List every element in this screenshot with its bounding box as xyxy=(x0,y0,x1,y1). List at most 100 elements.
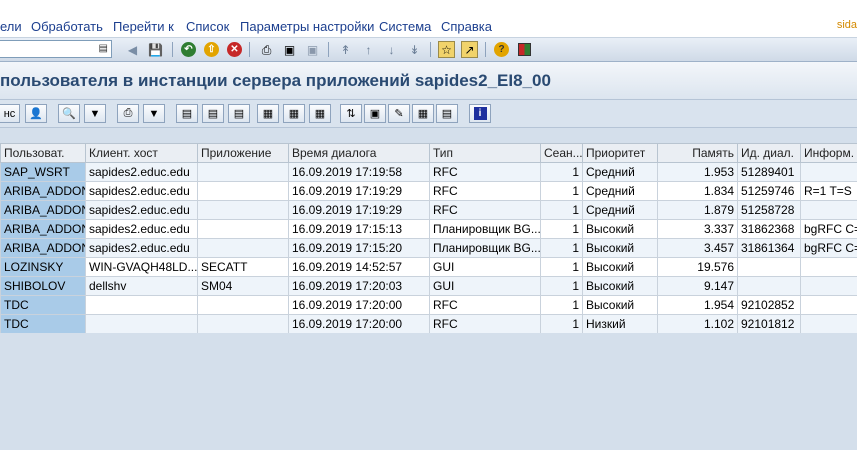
cell-memory[interactable]: 19.576 xyxy=(657,257,738,277)
cell-info[interactable] xyxy=(800,162,857,182)
save-icon[interactable]: 💾 xyxy=(147,41,164,58)
find-button[interactable]: ▣ xyxy=(364,104,386,123)
menu-item-help[interactable]: Справка xyxy=(441,19,492,34)
cell-client-host[interactable]: dellshv xyxy=(85,276,198,296)
cell-user[interactable]: SAP_WSRT xyxy=(0,162,86,182)
cell-application[interactable] xyxy=(197,295,289,315)
cell-priority[interactable]: Высокий xyxy=(582,276,658,296)
cell-priority[interactable]: Высокий xyxy=(582,295,658,315)
cell-client-host[interactable]: sapides2.educ.edu xyxy=(85,200,198,220)
exit-button-icon[interactable]: ⇧ xyxy=(203,41,220,58)
column-header-type[interactable]: Тип xyxy=(429,143,541,163)
table-row[interactable]: ARIBA_ADDON sapides2.educ.edu 16.09.2019 1… xyxy=(0,181,857,201)
column-header-dialog-time[interactable]: Время диалога xyxy=(288,143,430,163)
cell-dialog-id[interactable]: 51289401 xyxy=(737,162,801,182)
cell-info[interactable] xyxy=(800,257,857,277)
cell-client-host[interactable] xyxy=(85,295,198,315)
info-button[interactable]: i xyxy=(469,104,491,123)
calculator-button[interactable]: ▦ xyxy=(412,104,434,123)
cell-priority[interactable]: Средний xyxy=(582,162,658,182)
command-field[interactable]: ▤ xyxy=(0,40,112,58)
cell-priority[interactable]: Средний xyxy=(582,181,658,201)
change-layout-button[interactable]: ▦ xyxy=(283,104,305,123)
cell-application[interactable] xyxy=(197,219,289,239)
cell-user[interactable]: ARIBA_ADDON xyxy=(0,181,86,201)
filter-button[interactable]: ▼ xyxy=(84,104,106,123)
previous-page-icon[interactable]: ↑ xyxy=(360,41,377,58)
column-header-priority[interactable]: Приоритет xyxy=(582,143,658,163)
graphics-button[interactable]: ▤ xyxy=(436,104,458,123)
export-button[interactable]: ▤ xyxy=(176,104,198,123)
find-next-icon[interactable]: ▣ xyxy=(304,41,321,58)
table-row[interactable]: TDC 16.09.2019 17:20:00 RFC 1 Высокий 1.954 92… xyxy=(0,295,857,315)
cell-info[interactable] xyxy=(800,314,857,334)
menu-item-edit[interactable]: Обработать xyxy=(31,19,103,34)
cell-client-host[interactable]: sapides2.educ.edu xyxy=(85,219,198,239)
menu-item-system[interactable]: Система xyxy=(379,19,431,34)
cell-client-host[interactable] xyxy=(85,314,198,334)
cell-dialog-id[interactable]: 51258728 xyxy=(737,200,801,220)
cancel-button-icon[interactable]: ✕ xyxy=(226,41,243,58)
cell-type[interactable]: GUI xyxy=(429,276,541,296)
cell-application[interactable] xyxy=(197,181,289,201)
cell-client-host[interactable]: sapides2.educ.edu xyxy=(85,238,198,258)
cell-info[interactable]: R=1 T=S xyxy=(800,181,857,201)
detail-button[interactable]: 🔍 xyxy=(58,104,80,123)
new-session-icon[interactable]: ☆ xyxy=(438,41,455,58)
cell-memory[interactable]: 9.147 xyxy=(657,276,738,296)
cell-type[interactable]: RFC xyxy=(429,200,541,220)
cell-dialog-id[interactable] xyxy=(737,276,801,296)
back-arrow-icon[interactable]: ◀ xyxy=(124,41,141,58)
cell-dialog-time[interactable]: 16.09.2019 17:15:20 xyxy=(288,238,430,258)
next-page-icon[interactable]: ↓ xyxy=(383,41,400,58)
cell-user[interactable]: ARIBA_ADDON xyxy=(0,219,86,239)
print-list-button[interactable]: ⎙ xyxy=(117,104,139,123)
column-header-memory[interactable]: Память xyxy=(657,143,738,163)
cell-type[interactable]: RFC xyxy=(429,295,541,315)
cell-sessions[interactable]: 1 xyxy=(540,238,583,258)
cell-memory[interactable]: 3.457 xyxy=(657,238,738,258)
edit-button[interactable]: ✎ xyxy=(388,104,410,123)
first-page-icon[interactable]: ↟ xyxy=(337,41,354,58)
cell-user[interactable]: ARIBA_ADDON xyxy=(0,200,86,220)
cell-memory[interactable]: 1.953 xyxy=(657,162,738,182)
cell-info[interactable] xyxy=(800,200,857,220)
find-icon[interactable]: ▣ xyxy=(281,41,298,58)
select-layout-button[interactable]: ▦ xyxy=(309,104,331,123)
help-icon[interactable]: ? xyxy=(493,41,510,58)
back-button-icon[interactable]: ↶ xyxy=(180,41,197,58)
cell-client-host[interactable]: sapides2.educ.edu xyxy=(85,162,198,182)
cell-dialog-id[interactable]: 31862368 xyxy=(737,219,801,239)
command-history-icon[interactable]: ▤ xyxy=(99,43,108,54)
print-icon[interactable]: ⎙ xyxy=(258,41,275,58)
cell-dialog-id[interactable]: 92101812 xyxy=(737,314,801,334)
cell-application[interactable] xyxy=(197,238,289,258)
cell-info[interactable] xyxy=(800,295,857,315)
cell-memory[interactable]: 1.834 xyxy=(657,181,738,201)
cell-type[interactable]: Планировщик BG... xyxy=(429,238,541,258)
cell-dialog-id[interactable]: 51259746 xyxy=(737,181,801,201)
column-header-application[interactable]: Приложение xyxy=(197,143,289,163)
layout-menu-icon[interactable] xyxy=(516,41,533,58)
cell-dialog-time[interactable]: 16.09.2019 17:15:13 xyxy=(288,219,430,239)
table-row[interactable]: SAP_WSRT sapides2.educ.edu 16.09.2019 17:1… xyxy=(0,162,857,182)
spreadsheet-button[interactable]: ▦ xyxy=(257,104,279,123)
local-file-button[interactable]: ▤ xyxy=(202,104,224,123)
cell-dialog-time[interactable]: 16.09.2019 17:20:03 xyxy=(288,276,430,296)
menu-item-session[interactable]: ели xyxy=(0,19,22,34)
cell-type[interactable]: RFC xyxy=(429,314,541,334)
cell-memory[interactable]: 1.954 xyxy=(657,295,738,315)
cell-info[interactable]: bgRFC C= xyxy=(800,238,857,258)
table-row[interactable]: TDC 16.09.2019 17:20:00 RFC 1 Низкий 1.102 921… xyxy=(0,314,857,334)
menu-item-list[interactable]: Список xyxy=(186,19,229,34)
table-row[interactable]: ARIBA_ADDON sapides2.educ.edu 16.09.2019 1… xyxy=(0,200,857,220)
cell-dialog-time[interactable]: 16.09.2019 14:52:57 xyxy=(288,257,430,277)
cell-sessions[interactable]: 1 xyxy=(540,162,583,182)
column-header-user[interactable]: Пользоват. xyxy=(0,143,86,163)
cell-user[interactable]: LOZINSKY xyxy=(0,257,86,277)
cell-user[interactable]: SHIBOLOV xyxy=(0,276,86,296)
cell-info[interactable]: bgRFC C= xyxy=(800,219,857,239)
cell-sessions[interactable]: 1 xyxy=(540,257,583,277)
cell-dialog-time[interactable]: 16.09.2019 17:20:00 xyxy=(288,295,430,315)
table-row[interactable]: ARIBA_ADDON sapides2.educ.edu 16.09.2019 1… xyxy=(0,219,857,239)
